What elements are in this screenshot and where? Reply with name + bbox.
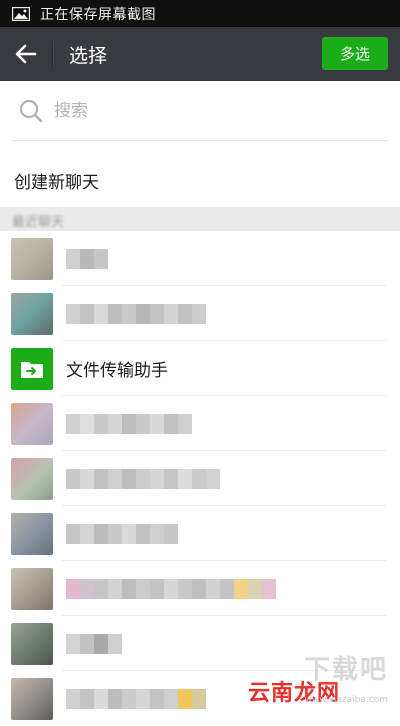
search-icon (19, 99, 43, 123)
new-chat-item[interactable]: 创建新聊天 (0, 155, 400, 205)
avatar (11, 293, 53, 335)
list-item[interactable] (0, 451, 400, 506)
avatar (11, 238, 53, 280)
avatar (11, 513, 53, 555)
watermark: 下载吧 云南龙网 www.xiazaiba.com (242, 649, 392, 709)
back-button[interactable] (0, 27, 52, 81)
list-item[interactable] (0, 396, 400, 451)
section-header-label: 最近聊天 (12, 215, 65, 230)
back-arrow-icon (15, 44, 37, 64)
avatar (11, 568, 53, 610)
avatar (11, 678, 53, 720)
status-text: 正在保存屏幕截图 (40, 6, 156, 23)
app-bar: 选择 多选 (0, 27, 400, 81)
list-item[interactable] (0, 286, 400, 341)
list-item[interactable] (0, 561, 400, 616)
blurred-name (66, 579, 276, 599)
header-divider (52, 41, 53, 67)
page-title: 选择 (69, 44, 108, 67)
blurred-name (66, 304, 206, 324)
avatar (11, 403, 53, 445)
avatar (11, 623, 53, 665)
list-item-file-helper[interactable]: 文件传输助手 (0, 341, 400, 396)
list-item[interactable] (0, 506, 400, 561)
watermark-url: www.xiazaiba.com (304, 695, 388, 705)
blurred-name (66, 524, 178, 544)
avatar (11, 348, 53, 390)
image-icon (11, 6, 31, 21)
avatar (11, 458, 53, 500)
blurred-name (66, 414, 192, 434)
multi-select-button[interactable]: 多选 (322, 37, 388, 70)
blurred-name (66, 689, 206, 709)
blurred-name (66, 469, 220, 489)
search-bar (0, 81, 400, 141)
file-helper-label: 文件传输助手 (66, 361, 168, 381)
new-chat-label: 创建新聊天 (14, 172, 99, 193)
list-item[interactable] (0, 231, 400, 286)
blurred-name (66, 249, 108, 269)
search-input[interactable] (52, 100, 356, 122)
search-underline (12, 140, 388, 141)
status-bar: 正在保存屏幕截图 (0, 0, 400, 27)
blurred-name (66, 634, 122, 654)
folder-arrow-icon (21, 362, 43, 378)
